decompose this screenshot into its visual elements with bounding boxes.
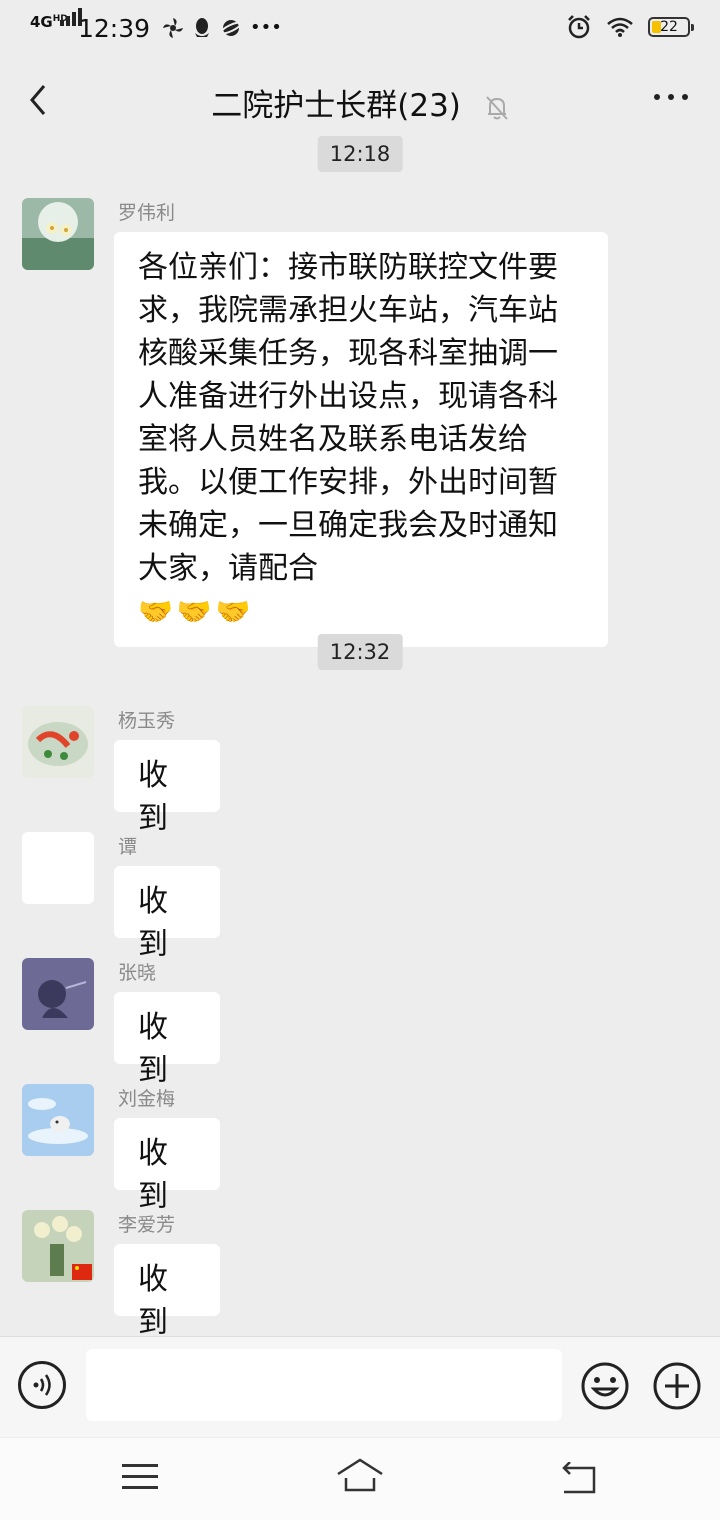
sender-name: 刘金梅 — [118, 1088, 176, 1110]
message-bubble[interactable]: 收到 — [114, 992, 220, 1088]
plus-icon[interactable] — [652, 1361, 702, 1411]
message-text: 各位亲们：接市联防联控文件要求，我院需承担火车站，汽车站核酸采集任务，现各科室抽… — [138, 250, 558, 586]
chat-title: 二院护士长群(23) — [211, 88, 461, 124]
sender-name: 罗伟利 — [118, 202, 176, 224]
avatar[interactable] — [22, 706, 94, 778]
chat-title-wrap: 二院护士长群(23) — [0, 80, 720, 125]
chat-area[interactable]: 12:18 罗伟利 各位亲们：接市联防联控文件要求，我院需承担火车站，汽车站核酸… — [0, 136, 720, 1340]
sender-name: 李爱芳 — [118, 1214, 176, 1236]
status-bar: 4GHD 12:39 ••• 22 — [0, 0, 720, 56]
input-bar — [0, 1336, 720, 1437]
signal-icon — [60, 8, 82, 26]
message-text: 收到 — [138, 1262, 168, 1340]
battery-level: 22 — [660, 19, 678, 35]
sender-name: 杨玉秀 — [118, 710, 176, 732]
status-left: 4GHD 12:39 ••• — [30, 8, 282, 44]
wifi-icon — [607, 17, 633, 37]
avatar[interactable] — [22, 832, 94, 904]
chat-header: 二院护士长群(23) — [0, 56, 720, 144]
status-right: 22 — [566, 14, 694, 40]
back-icon[interactable] — [560, 1462, 600, 1496]
voice-icon[interactable] — [18, 1361, 66, 1409]
message-text: 收到 — [138, 758, 168, 836]
message-input[interactable] — [86, 1349, 562, 1421]
timestamp: 12:32 — [317, 634, 403, 670]
message-bubble[interactable]: 收到 — [114, 1118, 220, 1214]
more-options-icon[interactable] — [654, 94, 688, 100]
avatar[interactable] — [22, 1210, 94, 1282]
notification-icons: ••• — [162, 17, 282, 39]
message-item: 杨玉秀 收到 — [22, 706, 702, 836]
signal-group: 4GHD — [30, 8, 82, 44]
avatar[interactable] — [22, 1084, 94, 1156]
emoji-icon[interactable] — [580, 1361, 630, 1411]
message-bubble[interactable]: 各位亲们：接市联防联控文件要求，我院需承担火车站，汽车站核酸采集任务，现各科室抽… — [114, 232, 608, 647]
message-item: 罗伟利 各位亲们：接市联防联控文件要求，我院需承担火车站，汽车站核酸采集任务，现… — [22, 198, 702, 647]
message-bubble[interactable]: 收到 — [114, 1244, 220, 1340]
bell-off-icon — [486, 95, 508, 120]
message-item: 刘金梅 收到 — [22, 1084, 702, 1214]
system-nav-bar — [0, 1438, 720, 1520]
alarm-icon — [568, 15, 590, 39]
avatar[interactable] — [22, 958, 94, 1030]
network-label: 4GHD — [30, 12, 68, 31]
message-item: 李爱芳 收到 — [22, 1210, 702, 1340]
message-item: 谭 收到 — [22, 832, 702, 962]
status-time: 12:39 — [78, 13, 151, 43]
home-icon[interactable] — [336, 1458, 384, 1494]
more-dots-icon: ••• — [250, 17, 282, 38]
message-bubble[interactable]: 收到 — [114, 866, 220, 962]
battery-icon: 22 — [648, 17, 694, 37]
avatar[interactable] — [22, 198, 94, 270]
timestamp: 12:18 — [317, 136, 403, 172]
handshake-emoji: 🤝🤝🤝 — [138, 595, 255, 628]
network-type: 4G — [30, 13, 53, 31]
message-bubble[interactable]: 收到 — [114, 740, 220, 836]
qq-icon — [195, 18, 210, 37]
message-text: 收到 — [138, 1010, 168, 1088]
message-text: 收到 — [138, 1136, 168, 1214]
sender-name: 谭 — [118, 836, 138, 858]
message-item: 张晓 收到 — [22, 958, 702, 1088]
message-text: 收到 — [138, 884, 168, 962]
fan-icon — [163, 18, 184, 38]
planet-icon — [220, 20, 243, 36]
sender-name: 张晓 — [118, 962, 157, 984]
menu-icon[interactable] — [122, 1464, 158, 1497]
